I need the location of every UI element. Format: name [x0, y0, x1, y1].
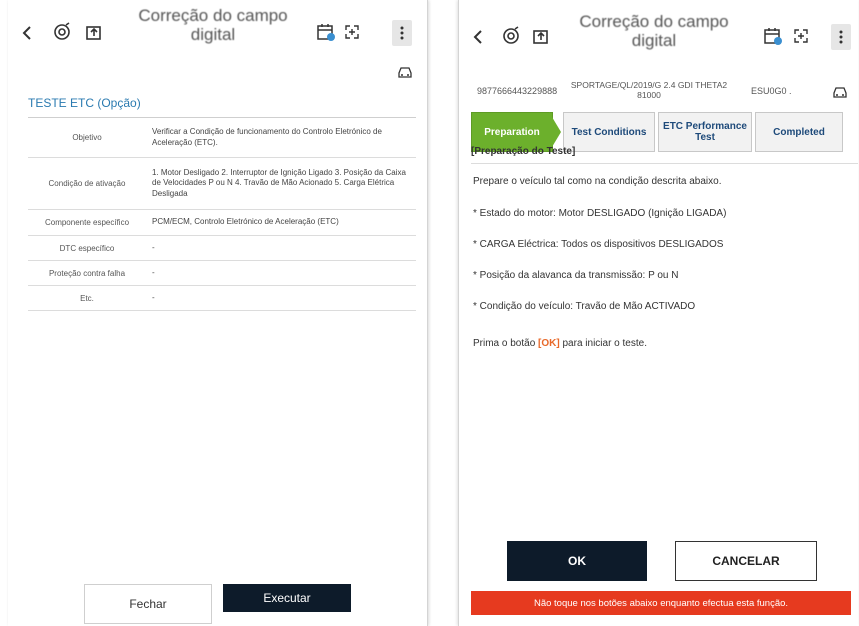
close-button[interactable]: Fechar: [84, 584, 212, 624]
back-icon[interactable]: [22, 26, 32, 40]
row-value: -: [152, 267, 155, 277]
table-row: Componente específico PCM/ECM, Controlo …: [28, 210, 416, 236]
diagnostic-icon[interactable]: [501, 26, 521, 46]
calendar-icon[interactable]: [316, 22, 336, 42]
left-screen: Correção do campo digital TESTE ETC (Opç…: [8, 0, 428, 626]
row-key: Condição de ativação: [48, 179, 126, 188]
row-value: PCM/ECM, Controlo Eletrónico de Aceleraç…: [152, 217, 339, 227]
table-row: Condição de ativação 1. Motor Desligado …: [28, 158, 416, 210]
upload-icon[interactable]: [531, 26, 551, 46]
left-top-bar: Correção do campo digital: [8, 0, 427, 64]
expand-icon[interactable]: [793, 28, 809, 44]
vehicle-model: SPORTAGE/QL/2019/G 2.4 GDI THETA2 81000: [567, 80, 731, 100]
header-title: Correção do campo digital: [118, 6, 308, 44]
expand-icon[interactable]: [344, 24, 360, 40]
condition-line: * CARGA Eléctrica: Todos os dispositivos…: [473, 239, 724, 250]
vehicle-icon[interactable]: [832, 84, 848, 105]
intro-text: Prepare o veículo tal como na condição d…: [473, 176, 722, 187]
left-footer: Fechar Executar: [84, 584, 351, 624]
row-key: DTC específico: [59, 243, 115, 253]
press-before-text: Prima o botão: [473, 338, 539, 349]
ok-button[interactable]: OK: [507, 541, 647, 581]
engine-code: ESU0G0 .: [751, 86, 792, 96]
section-title: TESTE ETC (Opção): [28, 96, 141, 110]
table-row: DTC específico -: [28, 236, 416, 261]
right-screen: Correção do campo digital 98776664432298…: [458, 0, 858, 626]
header-title-line1: Correção do campo: [138, 6, 288, 25]
table-row: Proteção contra falha -: [28, 261, 416, 286]
more-menu-icon[interactable]: [392, 20, 412, 46]
header-title-line2: digital: [631, 31, 677, 50]
row-value: -: [152, 292, 155, 302]
condition-line: * Condição do veículo: Travão de Mão ACT…: [473, 301, 696, 312]
condition-line: * Posição da alavanca da transmissão: P …: [473, 270, 679, 281]
run-button[interactable]: Executar: [223, 584, 351, 612]
press-after-text: para iniciar o teste.: [559, 338, 647, 349]
row-key: Proteção contra falha: [48, 268, 126, 278]
condition-line: * Estado do motor: Motor DESLIGADO (Igni…: [473, 208, 727, 219]
right-top-bar: Correção do campo digital: [459, 0, 858, 64]
row-value: -: [152, 242, 155, 252]
cancel-button[interactable]: CANCELAR: [675, 541, 817, 581]
vehicle-model-line1: SPORTAGE/QL/2019/G 2.4 GDI THETA2: [570, 80, 728, 90]
row-key: Objetivo: [72, 133, 102, 142]
press-ok-instruction: Prima o botão [OK] para iniciar o teste.: [473, 338, 647, 349]
row-key: Componente específico: [44, 218, 130, 227]
header-title-line1: Correção do campo: [579, 12, 729, 31]
warning-banner: Não toque nos botões abaixo enquanto efe…: [471, 591, 851, 615]
info-table: Objetivo Verificar a Condição de funcion…: [28, 117, 416, 311]
calendar-icon[interactable]: [763, 26, 783, 46]
row-value: Verificar a Condição de funcionamento do…: [152, 127, 382, 147]
diagnostic-icon[interactable]: [52, 22, 72, 42]
table-row: Objetivo Verificar a Condição de funcion…: [28, 118, 416, 158]
ok-highlight: [OK]: [538, 338, 560, 349]
vehicle-icon[interactable]: [397, 64, 413, 85]
upload-icon[interactable]: [84, 22, 104, 42]
row-key: Etc.: [80, 293, 94, 303]
header-title: Correção do campo digital: [569, 12, 739, 50]
row-value: 1. Motor Desligado 2. Interruptor de Ign…: [152, 167, 406, 198]
more-menu-icon[interactable]: [831, 24, 851, 50]
header-title-line2: digital: [190, 25, 236, 44]
table-row: Etc. -: [28, 286, 416, 311]
vehicle-model-line2: 81000: [637, 90, 661, 100]
vin-number: 9877666443229888: [477, 86, 558, 96]
back-icon[interactable]: [473, 30, 483, 44]
preparation-title: [Preparação do Teste]: [471, 146, 858, 164]
